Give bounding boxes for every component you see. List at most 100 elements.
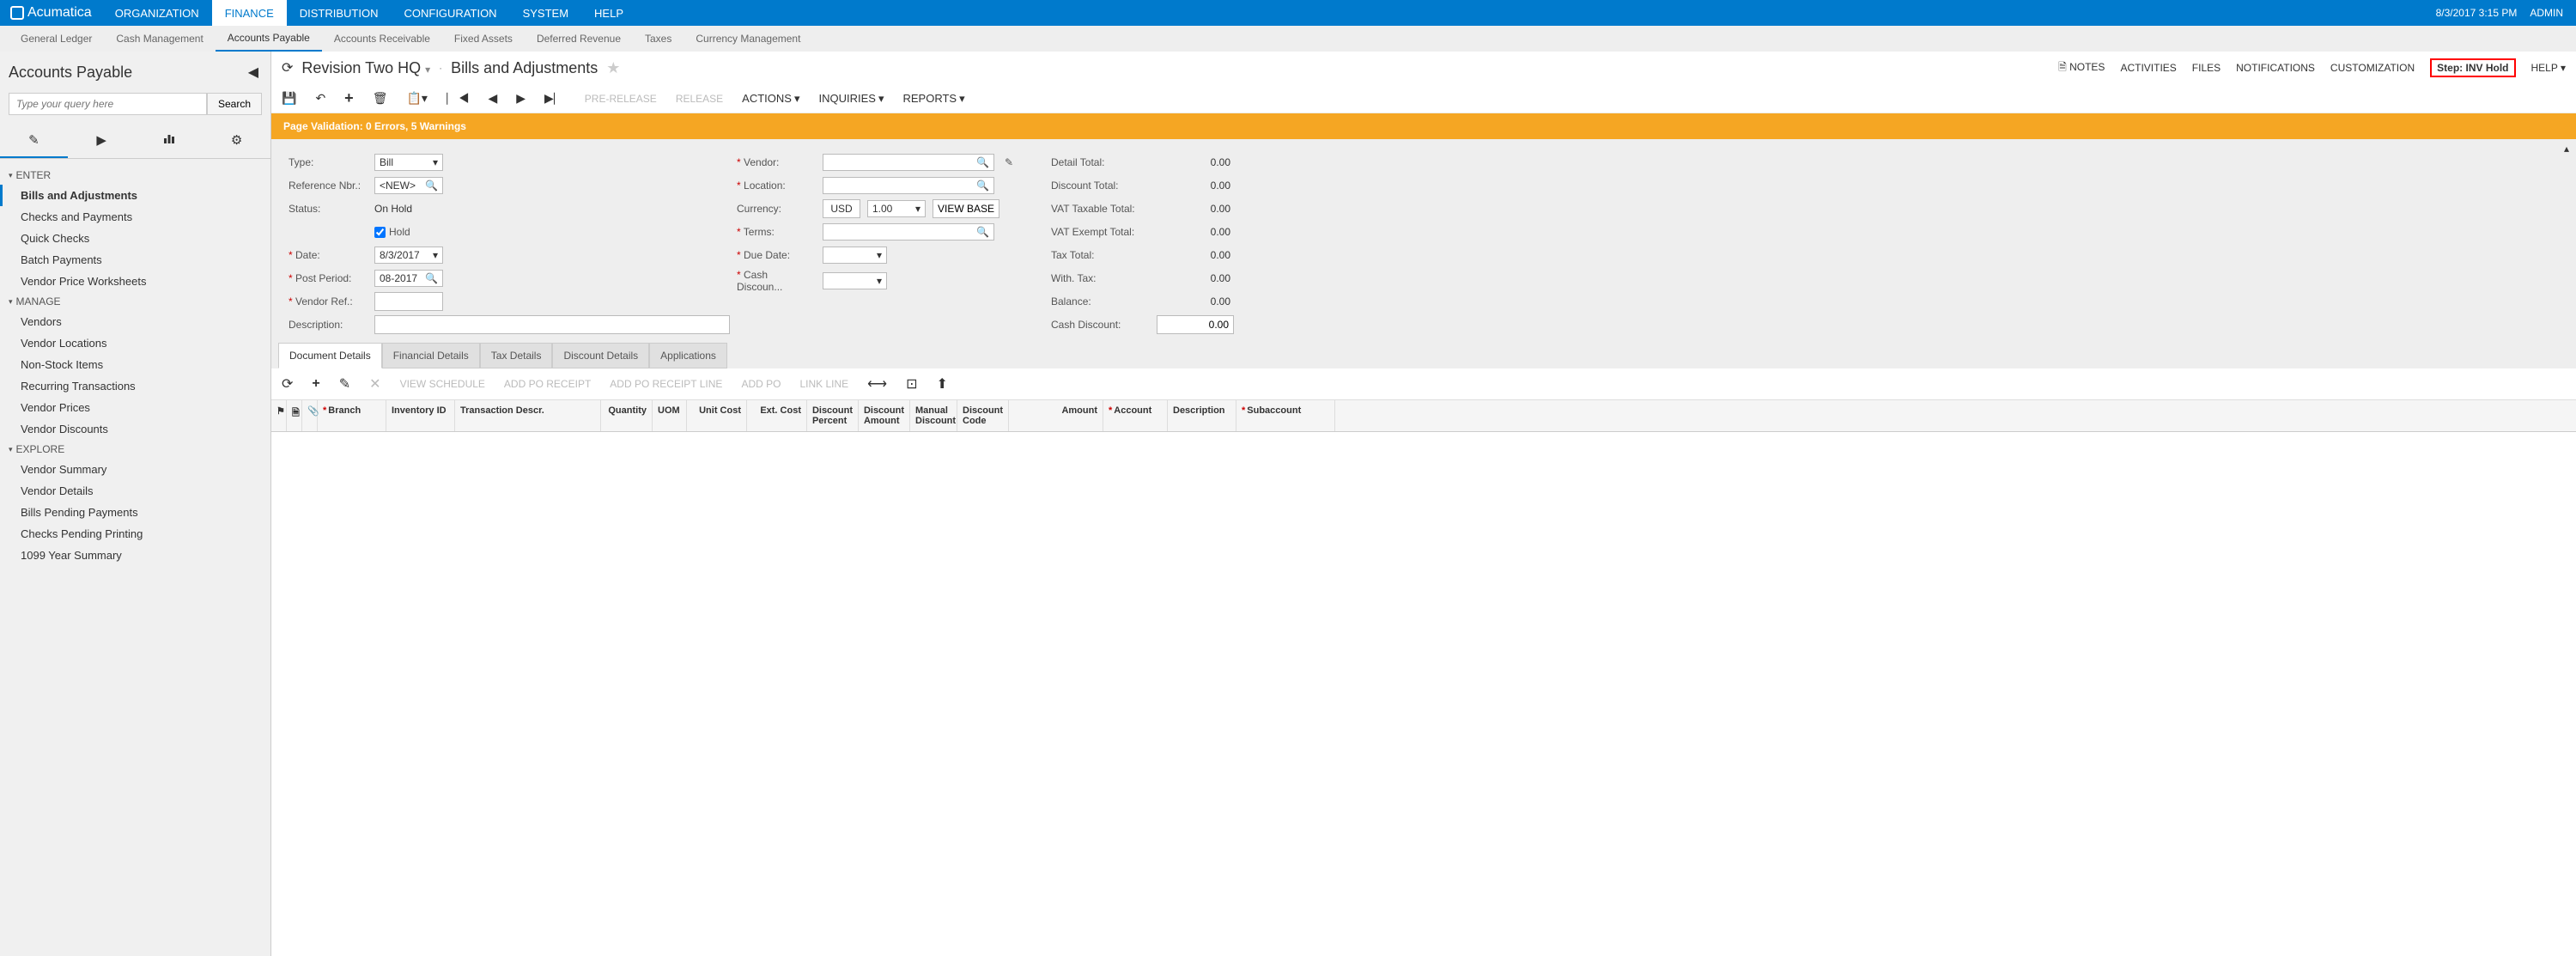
customization-action[interactable]: CUSTOMIZATION	[2330, 62, 2415, 74]
sub-nav-accounts-receivable[interactable]: Accounts Receivable	[322, 26, 442, 52]
grid-col-subaccount[interactable]: *Subaccount	[1236, 400, 1335, 431]
add-button[interactable]: +	[344, 89, 354, 107]
activities-action[interactable]: ACTIVITIES	[2120, 62, 2176, 74]
vendor-input[interactable]: 🔍	[823, 154, 994, 171]
tree-item-recurring-transactions[interactable]: Recurring Transactions	[0, 375, 270, 397]
tree-item-1099-year-summary[interactable]: 1099 Year Summary	[0, 545, 270, 566]
grid-export-icon[interactable]: ⊡	[906, 375, 917, 393]
grid-add-icon[interactable]: +	[312, 376, 319, 392]
search-button[interactable]: Search	[207, 93, 262, 115]
grid-col-discount-percent[interactable]: Discount Percent	[807, 400, 859, 431]
post-period-input[interactable]: 08-2017🔍	[374, 270, 443, 287]
top-module-configuration[interactable]: CONFIGURATION	[391, 0, 509, 26]
tree-item-vendor-details[interactable]: Vendor Details	[0, 480, 270, 502]
detail-tab-financial-details[interactable]: Financial Details	[382, 343, 480, 368]
grid-edit-icon[interactable]: ✎	[339, 375, 350, 393]
date-input[interactable]: 8/3/2017▾	[374, 247, 443, 264]
description-input[interactable]	[374, 315, 730, 334]
sub-nav-cash-management[interactable]: Cash Management	[104, 26, 215, 52]
sub-nav-deferred-revenue[interactable]: Deferred Revenue	[525, 26, 633, 52]
tree-item-vendor-price-worksheets[interactable]: Vendor Price Worksheets	[0, 271, 270, 292]
first-button[interactable]: ⎸◀	[447, 91, 470, 106]
detail-tab-tax-details[interactable]: Tax Details	[480, 343, 553, 368]
tree-item-checks-and-payments[interactable]: Checks and Payments	[0, 206, 270, 228]
grid-col-inventory-id[interactable]: Inventory ID	[386, 400, 455, 431]
sub-nav-fixed-assets[interactable]: Fixed Assets	[442, 26, 525, 52]
detail-tab-discount-details[interactable]: Discount Details	[552, 343, 649, 368]
tree-item-quick-checks[interactable]: Quick Checks	[0, 228, 270, 249]
cash-discount-input[interactable]	[1157, 315, 1234, 334]
top-module-distribution[interactable]: DISTRIBUTION	[287, 0, 392, 26]
location-input[interactable]: 🔍	[823, 177, 994, 194]
search-input[interactable]	[9, 93, 207, 115]
ref-nbr-input[interactable]: <NEW>🔍	[374, 177, 443, 194]
tree-item-vendor-discounts[interactable]: Vendor Discounts	[0, 418, 270, 440]
refresh-icon[interactable]: ⟳	[282, 59, 293, 76]
tree-item-batch-payments[interactable]: Batch Payments	[0, 249, 270, 271]
grid-col-unit-cost[interactable]: Unit Cost	[687, 400, 747, 431]
top-module-finance[interactable]: FINANCE	[212, 0, 287, 26]
top-module-organization[interactable]: ORGANIZATION	[102, 0, 212, 26]
grid-col-attach[interactable]: 📎	[302, 400, 318, 431]
sub-nav-currency-management[interactable]: Currency Management	[683, 26, 812, 52]
form-collapse-icon[interactable]: ▴	[2564, 143, 2569, 155]
clipboard-button[interactable]: 📋▾	[406, 91, 427, 106]
notifications-action[interactable]: NOTIFICATIONS	[2236, 62, 2315, 74]
sidebar-tab-settings[interactable]: ⚙	[203, 124, 270, 158]
grid-col-status[interactable]: ⚑	[271, 400, 287, 431]
last-button[interactable]: ▶⎸	[544, 91, 566, 106]
tree-item-bills-pending-payments[interactable]: Bills Pending Payments	[0, 502, 270, 523]
grid-col-account[interactable]: *Account	[1103, 400, 1168, 431]
save-button[interactable]: 💾	[282, 91, 296, 106]
files-action[interactable]: FILES	[2192, 62, 2221, 74]
sidebar-tab-chart[interactable]	[136, 124, 204, 158]
tree-item-non-stock-items[interactable]: Non-Stock Items	[0, 354, 270, 375]
grid-upload-icon[interactable]: ⬆	[937, 375, 948, 393]
type-select[interactable]: Bill▾	[374, 154, 443, 171]
grid-col-uom[interactable]: UOM	[653, 400, 687, 431]
top-module-help[interactable]: HELP	[581, 0, 636, 26]
grid-col-transaction-descr.[interactable]: Transaction Descr.	[455, 400, 601, 431]
cash-discount-date-input[interactable]: ▾	[823, 272, 887, 289]
tree-item-vendors[interactable]: Vendors	[0, 311, 270, 332]
grid-refresh-icon[interactable]: ⟳	[282, 375, 293, 393]
grid-col-quantity[interactable]: Quantity	[601, 400, 653, 431]
grid-col-note[interactable]: 🗎	[287, 400, 302, 431]
tree-group-enter[interactable]: ▾ ENTER	[0, 166, 270, 185]
view-base-button[interactable]: VIEW BASE	[933, 199, 999, 218]
tree-item-vendor-summary[interactable]: Vendor Summary	[0, 459, 270, 480]
next-button[interactable]: ▶	[516, 91, 526, 106]
inquiries-menu[interactable]: INQUIRIES ▾	[819, 92, 884, 106]
hold-checkbox[interactable]: Hold	[374, 226, 410, 238]
due-date-input[interactable]: ▾	[823, 247, 887, 264]
username[interactable]: ADMIN	[2530, 7, 2563, 19]
brand-logo[interactable]: Acumatica	[0, 5, 102, 21]
grid-fit-icon[interactable]: ⟷	[867, 375, 887, 393]
tree-item-checks-pending-printing[interactable]: Checks Pending Printing	[0, 523, 270, 545]
step-badge[interactable]: Step: INV Hold	[2430, 58, 2515, 77]
grid-col-manual-discount[interactable]: Manual Discount	[910, 400, 957, 431]
actions-menu[interactable]: ACTIONS ▾	[742, 92, 799, 106]
tree-item-vendor-locations[interactable]: Vendor Locations	[0, 332, 270, 354]
vendor-ref-input[interactable]	[374, 292, 443, 311]
sidebar-collapse-button[interactable]: ◀	[245, 60, 262, 84]
favorite-icon[interactable]: ★	[606, 59, 620, 77]
prev-button[interactable]: ◀	[488, 91, 497, 106]
grid-body[interactable]	[271, 432, 2576, 956]
sub-nav-accounts-payable[interactable]: Accounts Payable	[216, 26, 322, 52]
undo-button[interactable]: ↶	[315, 91, 325, 106]
grid-col-description[interactable]: Description	[1168, 400, 1236, 431]
top-module-system[interactable]: SYSTEM	[510, 0, 581, 26]
currency-code[interactable]: USD	[823, 199, 860, 218]
tree-group-manage[interactable]: ▾ MANAGE	[0, 292, 270, 311]
sidebar-tab-play[interactable]: ▶	[68, 124, 136, 158]
grid-col-branch[interactable]: *Branch	[318, 400, 386, 431]
grid-col-amount[interactable]: Amount	[1009, 400, 1103, 431]
sub-nav-taxes[interactable]: Taxes	[633, 26, 683, 52]
sub-nav-general-ledger[interactable]: General Ledger	[9, 26, 104, 52]
grid-col-discount-amount[interactable]: Discount Amount	[859, 400, 910, 431]
detail-tab-applications[interactable]: Applications	[649, 343, 727, 368]
vendor-edit-icon[interactable]: ✎	[1001, 156, 1017, 168]
detail-tab-document-details[interactable]: Document Details	[278, 343, 382, 368]
tree-item-bills-and-adjustments[interactable]: Bills and Adjustments	[0, 185, 270, 206]
